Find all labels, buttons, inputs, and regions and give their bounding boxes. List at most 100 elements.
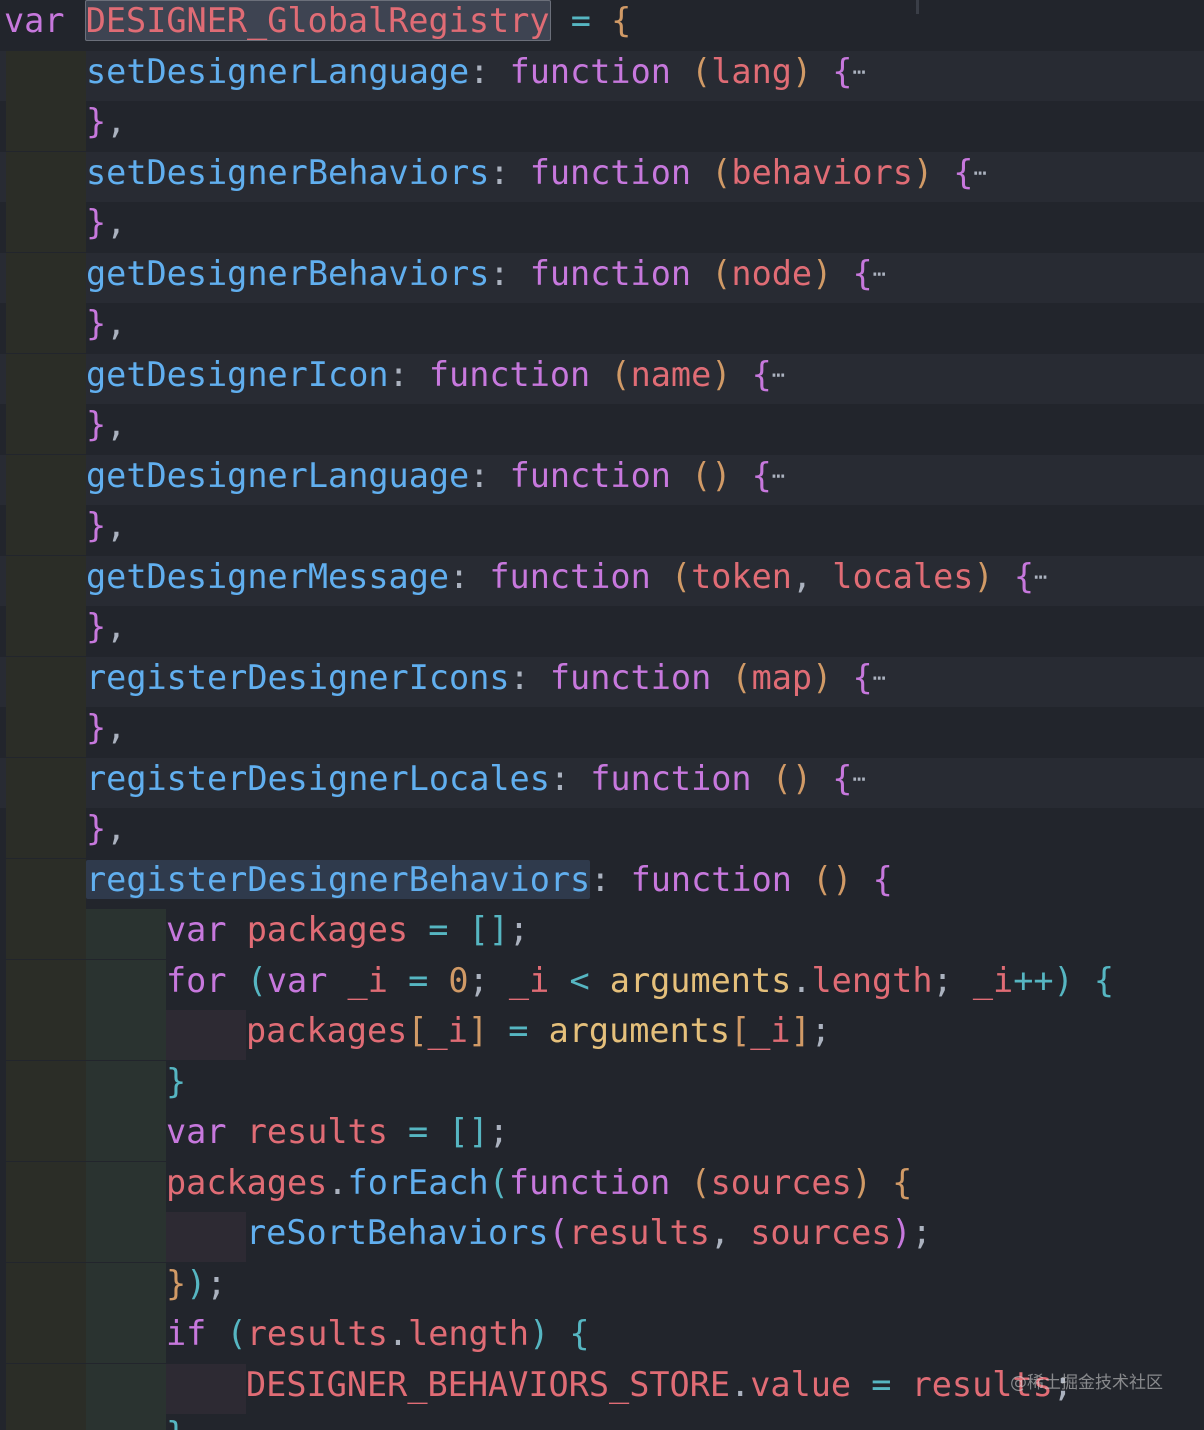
code-line[interactable]: }); (0, 1262, 1204, 1313)
fold-ellipsis-icon[interactable]: ⋯ (1034, 565, 1047, 590)
fold-ellipsis-icon[interactable]: ⋯ (873, 262, 886, 287)
code-line[interactable]: registerDesignerIcons: function (map) {⋯ (0, 656, 1204, 707)
code-token: { (751, 354, 772, 394)
code-token: = (508, 1011, 529, 1050)
code-line[interactable]: if (results.length) { (0, 1313, 1204, 1363)
code-line[interactable]: getDesignerLanguage: function () {⋯ (0, 454, 1204, 505)
fold-ellipsis-icon[interactable]: ⋯ (772, 363, 785, 388)
code-token: _i (347, 960, 388, 1000)
code-line[interactable]: } (0, 1414, 1204, 1430)
code-text: }, (86, 303, 126, 353)
code-text: if (results.length) { (166, 1313, 590, 1363)
code-token: , (106, 203, 127, 242)
code-line[interactable]: registerDesignerLocales: function () {⋯ (0, 757, 1204, 808)
code-token: : (489, 152, 530, 192)
code-token: } (86, 304, 107, 343)
code-token: { (1013, 556, 1034, 596)
code-line[interactable]: }, (0, 707, 1204, 757)
code-token: function (489, 556, 651, 596)
code-line[interactable]: var DESIGNER_GlobalRegistry = { (0, 0, 1204, 50)
code-token: sources (710, 1162, 852, 1202)
code-line[interactable]: }, (0, 606, 1204, 656)
code-token: : (590, 859, 631, 899)
code-line[interactable]: registerDesignerBehaviors: function () { (0, 858, 1204, 909)
code-line[interactable]: getDesignerMessage: function (token, loc… (0, 555, 1204, 606)
code-line[interactable]: var packages = []; (0, 909, 1204, 959)
code-line[interactable]: packages.forEach(function (sources) { (0, 1161, 1204, 1212)
indent-guide (6, 1010, 86, 1060)
fold-ellipsis-icon[interactable]: ⋯ (873, 666, 886, 691)
code-token: _i (972, 960, 1014, 1000)
code-line[interactable]: }, (0, 808, 1204, 858)
code-text: }); (166, 1263, 227, 1313)
code-token: : (469, 51, 510, 91)
code-line[interactable]: var results = []; (0, 1111, 1204, 1161)
fold-ellipsis-icon[interactable]: ⋯ (973, 161, 986, 186)
code-line[interactable]: setDesignerLanguage: function (lang) {⋯ (0, 50, 1204, 101)
code-token: arguments (548, 1011, 731, 1050)
code-token: } (86, 607, 107, 646)
code-token: . (327, 1162, 348, 1202)
indent-guide (86, 1414, 166, 1430)
code-token: ) (973, 556, 994, 596)
code-line[interactable]: getDesignerIcon: function (name) {⋯ (0, 353, 1204, 404)
code-editor[interactable]: var DESIGNER_GlobalRegistry = {setDesign… (0, 0, 1204, 1430)
code-line[interactable]: }, (0, 404, 1204, 454)
code-token: function (630, 859, 792, 899)
code-token: ) (711, 354, 732, 394)
code-line[interactable]: }, (0, 505, 1204, 555)
code-text: getDesignerLanguage: function () {⋯ (86, 455, 785, 505)
code-token: , (106, 708, 127, 747)
code-line[interactable]: reSortBehaviors(results, sources); (0, 1212, 1204, 1262)
code-token: function (529, 253, 692, 293)
code-line[interactable]: }, (0, 303, 1204, 353)
indent-guide (6, 101, 86, 151)
code-token: node (731, 253, 813, 293)
code-token: } (86, 506, 107, 545)
code-token: , (106, 304, 127, 343)
code-token: function (509, 455, 671, 495)
fold-ellipsis-icon[interactable]: ⋯ (772, 464, 785, 489)
fold-ellipsis-icon[interactable]: ⋯ (852, 60, 865, 85)
code-line[interactable]: } (0, 1060, 1204, 1111)
code-token: . (730, 1364, 751, 1404)
fold-ellipsis-icon[interactable]: ⋯ (852, 767, 865, 792)
code-token: token (691, 556, 792, 596)
code-text: }, (86, 505, 126, 555)
indent-guide (6, 252, 86, 303)
indent-guide (86, 909, 166, 959)
code-token: , (709, 1213, 751, 1252)
code-line[interactable]: getDesignerBehaviors: function (node) {⋯ (0, 252, 1204, 303)
indent-guide (166, 1363, 246, 1414)
code-token: ] (790, 1011, 811, 1050)
code-line[interactable]: setDesignerBehaviors: function (behavior… (0, 151, 1204, 202)
code-token: , (106, 405, 127, 444)
code-token: results (568, 1213, 710, 1252)
code-line[interactable]: }, (0, 101, 1204, 151)
indent-guide (6, 151, 86, 202)
code-token: setDesignerBehaviors (86, 152, 490, 192)
code-line[interactable]: packages[_i] = arguments[_i]; (0, 1010, 1204, 1060)
code-token: . (791, 960, 812, 1000)
indent-guide (6, 858, 86, 909)
code-token: ( (610, 354, 631, 394)
code-line[interactable]: }, (0, 202, 1204, 252)
code-line[interactable]: for (var _i = 0; _i < arguments.length; … (0, 959, 1204, 1010)
code-token: locales (832, 556, 974, 596)
code-token: function (590, 758, 752, 798)
code-token: ) (1053, 960, 1074, 1000)
